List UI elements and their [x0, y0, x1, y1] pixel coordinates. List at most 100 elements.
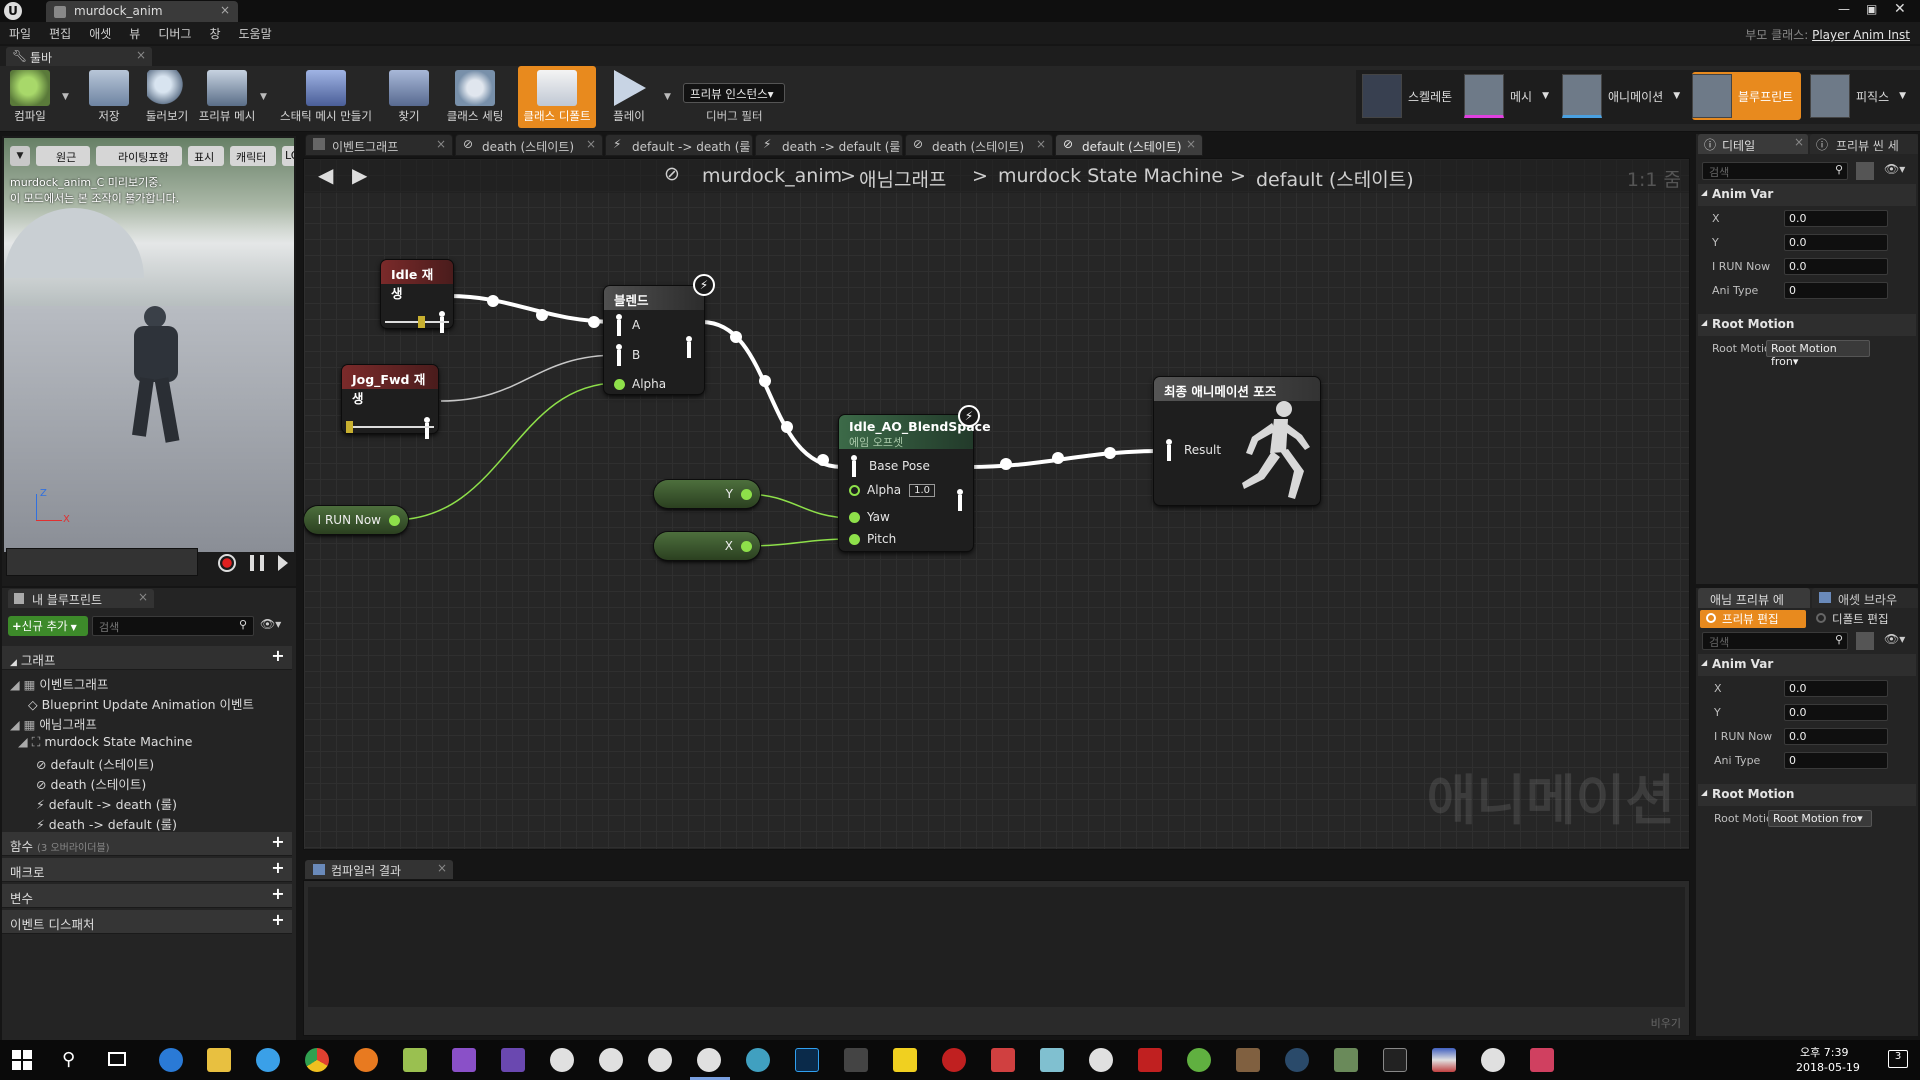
viewport-menu-button[interactable]: ▼ — [10, 146, 30, 166]
step-forward-button[interactable] — [278, 555, 288, 571]
tab-death-state[interactable]: ⊘ death (스테이트) × — [455, 134, 603, 156]
unreal-icon-active[interactable] — [697, 1048, 721, 1072]
aim-offset-pin-yaw[interactable]: Yaw — [849, 510, 890, 524]
find-button[interactable]: 찾기 — [386, 66, 432, 128]
details-root-motion-section[interactable]: ◢ Root Motion — [1698, 314, 1916, 336]
close-tab-icon[interactable]: × — [436, 137, 446, 151]
tab-anim-preview[interactable]: 애님 프리뷰 에 — [1698, 588, 1810, 608]
var-getter-x[interactable]: X — [654, 532, 760, 560]
play-dropdown-icon[interactable]: ▼ — [664, 92, 671, 102]
aim-offset-pin-pitch[interactable]: Pitch — [849, 532, 896, 546]
blend-pin-alpha[interactable]: Alpha — [614, 377, 666, 391]
prop-ani-type-input[interactable]: 0 — [1784, 282, 1888, 299]
root-motion-dropdown[interactable]: Root Motion fro▾ — [1768, 810, 1872, 827]
app-icon-orange[interactable] — [1236, 1048, 1260, 1072]
add-macro-button[interactable]: + — [270, 860, 286, 877]
overwatch-icon[interactable] — [1089, 1048, 1113, 1072]
record-app-icon[interactable] — [942, 1048, 966, 1072]
media-app-icon[interactable] — [844, 1048, 868, 1072]
slider-handle[interactable] — [346, 421, 353, 433]
menu-asset[interactable]: 애셋 — [80, 22, 120, 45]
chrome-icon[interactable] — [305, 1048, 329, 1072]
character-button[interactable]: 캐릭터 — [230, 146, 276, 166]
gear-app-icon[interactable] — [746, 1048, 770, 1072]
notepad-icon[interactable] — [403, 1048, 427, 1072]
prop-x-input[interactable]: 0.0 — [1784, 210, 1888, 227]
compile-button[interactable]: 컴파일 — [4, 66, 56, 128]
close-button[interactable]: ✕ — [1894, 1, 1906, 17]
preview-mesh-button[interactable]: 프리뷰 메시 — [196, 66, 258, 128]
edge-icon[interactable] — [159, 1048, 183, 1072]
mode-physics-dropdown-icon[interactable]: ▼ — [1899, 91, 1906, 101]
minimize-button[interactable]: — — [1838, 2, 1850, 16]
menu-edit[interactable]: 편집 — [40, 22, 80, 45]
compile-dropdown-icon[interactable]: ▼ — [62, 92, 69, 102]
tree-rule-default-death[interactable]: ⚡︎ default -> death (룰) — [36, 794, 177, 813]
preview-mesh-dropdown-icon[interactable]: ▼ — [260, 92, 267, 102]
close-tab-icon[interactable]: × — [1186, 137, 1196, 151]
var-getter-y[interactable]: Y — [654, 480, 760, 508]
preview-root-motion-section[interactable]: ◢ Root Motion — [1698, 784, 1916, 806]
tab-death-state-2[interactable]: ⊘ death (스테이트) × — [905, 134, 1053, 156]
details-search[interactable]: 검색 ⚲ — [1702, 162, 1848, 180]
dispatchers-category[interactable]: 이벤트 디스패처 + — [2, 910, 292, 934]
aim-offset-pin-alpha[interactable]: Alpha 1.0 — [849, 483, 936, 497]
tree-state-default[interactable]: ⊘ default (스테이트) — [36, 754, 154, 773]
debug-object-select[interactable]: 프리뷰 인스턴스▾ — [683, 83, 785, 103]
document-tab[interactable]: murdock_anim × — [46, 1, 238, 22]
close-tab-icon[interactable]: × — [220, 3, 230, 17]
view-options-eye-icon[interactable]: 👁︎▾ — [260, 617, 281, 631]
internet-explorer-icon[interactable] — [256, 1048, 280, 1072]
play-button[interactable]: 플레이 — [606, 66, 652, 128]
image-app-icon[interactable] — [1334, 1048, 1358, 1072]
float-output-pin-icon[interactable] — [741, 488, 752, 500]
blend-pin-a[interactable]: A — [614, 314, 640, 336]
parent-class-link[interactable]: Player Anim Inst — [1812, 28, 1910, 42]
tree-bp-update-event[interactable]: ◇ Blueprint Update Animation 이벤트 — [28, 694, 254, 713]
preview-anim-var-section[interactable]: ◢ Anim Var — [1698, 654, 1916, 676]
node-blend[interactable]: 블렌드 A B Alpha — [604, 286, 704, 394]
tree-event-graph[interactable]: ◢ ▦ 이벤트그래프 — [10, 674, 108, 693]
tree-state-machine[interactable]: ◢ ⛶ murdock State Machine — [18, 734, 192, 750]
save-button[interactable]: 저장 — [84, 66, 134, 128]
mode-mesh-dropdown-icon[interactable]: ▼ — [1542, 91, 1549, 101]
compiler-results-tab[interactable]: 컴파일러 결과 × — [305, 860, 453, 879]
final-pose-pin-result[interactable]: Result — [1164, 439, 1221, 461]
close-tab-icon[interactable]: × — [138, 590, 148, 604]
timeline-bar[interactable] — [6, 548, 198, 576]
menu-help[interactable]: 도움말 — [230, 22, 281, 45]
tab-rule-death-default[interactable]: ⚡︎ death -> default (룰 — [755, 134, 903, 156]
my-blueprint-search[interactable]: 검색 ⚲ — [92, 616, 254, 636]
jog-position-slider[interactable] — [346, 421, 434, 433]
aim-offset-pin-base-pose[interactable]: Base Pose — [849, 455, 930, 477]
anim-graph-canvas[interactable]: ◀ ▶ ⊘ murdock_anim > 애님그래프 > murdock Sta… — [303, 158, 1690, 850]
prop-run-now-input[interactable]: 0.0 — [1784, 728, 1888, 745]
details-anim-var-section[interactable]: ◢ Anim Var — [1698, 184, 1916, 206]
prop-ani-type-input[interactable]: 0 — [1784, 752, 1888, 769]
node-final-pose[interactable]: 최종 애니메이션 포즈 Result — [1154, 377, 1320, 505]
app-icon-green[interactable] — [1187, 1048, 1211, 1072]
add-dispatcher-button[interactable]: + — [270, 912, 286, 929]
functions-category[interactable]: 함수 (3 오버라이더블) + — [2, 832, 292, 856]
unreal-icon-2[interactable] — [599, 1048, 623, 1072]
pose-output-pin-icon[interactable] — [422, 417, 432, 439]
viewport-render[interactable]: murdock_anim_C 미리보기중. 이 모드에서는 본 조작이 불가합니… — [4, 138, 294, 552]
mode-blueprint[interactable]: 블루프린트 — [1692, 72, 1802, 120]
unreal-icon[interactable] — [550, 1048, 574, 1072]
view-options-eye-icon[interactable]: 👁︎▾ — [1884, 632, 1905, 646]
blend-pin-b[interactable]: B — [614, 344, 640, 366]
view-options-eye-icon[interactable]: 👁︎▾ — [1884, 162, 1905, 176]
edit-defaults-toggle[interactable]: 디폴트 편집 — [1810, 610, 1914, 628]
float-output-pin-icon[interactable] — [741, 540, 752, 552]
mode-physics[interactable]: 피직스 ▼ — [1810, 72, 1906, 120]
root-motion-dropdown[interactable]: Root Motion fron▾ — [1766, 340, 1870, 368]
app-icon-red[interactable] — [991, 1048, 1015, 1072]
menu-debug[interactable]: 디버그 — [149, 22, 200, 45]
preview-search[interactable]: 검색 ⚲ — [1702, 632, 1848, 650]
mode-animation[interactable]: 애니메이션 ▼ — [1562, 72, 1680, 120]
tree-rule-death-default[interactable]: ⚡︎ death -> default (룰) — [36, 814, 177, 833]
clear-button[interactable]: 비우기 — [1651, 1015, 1681, 1031]
node-aim-offset[interactable]: Idle_AO_BlendSpace 에임 오프셋 Base Pose Alph… — [839, 415, 991, 551]
app-icon-pink[interactable] — [1530, 1048, 1554, 1072]
unreal-icon-3[interactable] — [648, 1048, 672, 1072]
